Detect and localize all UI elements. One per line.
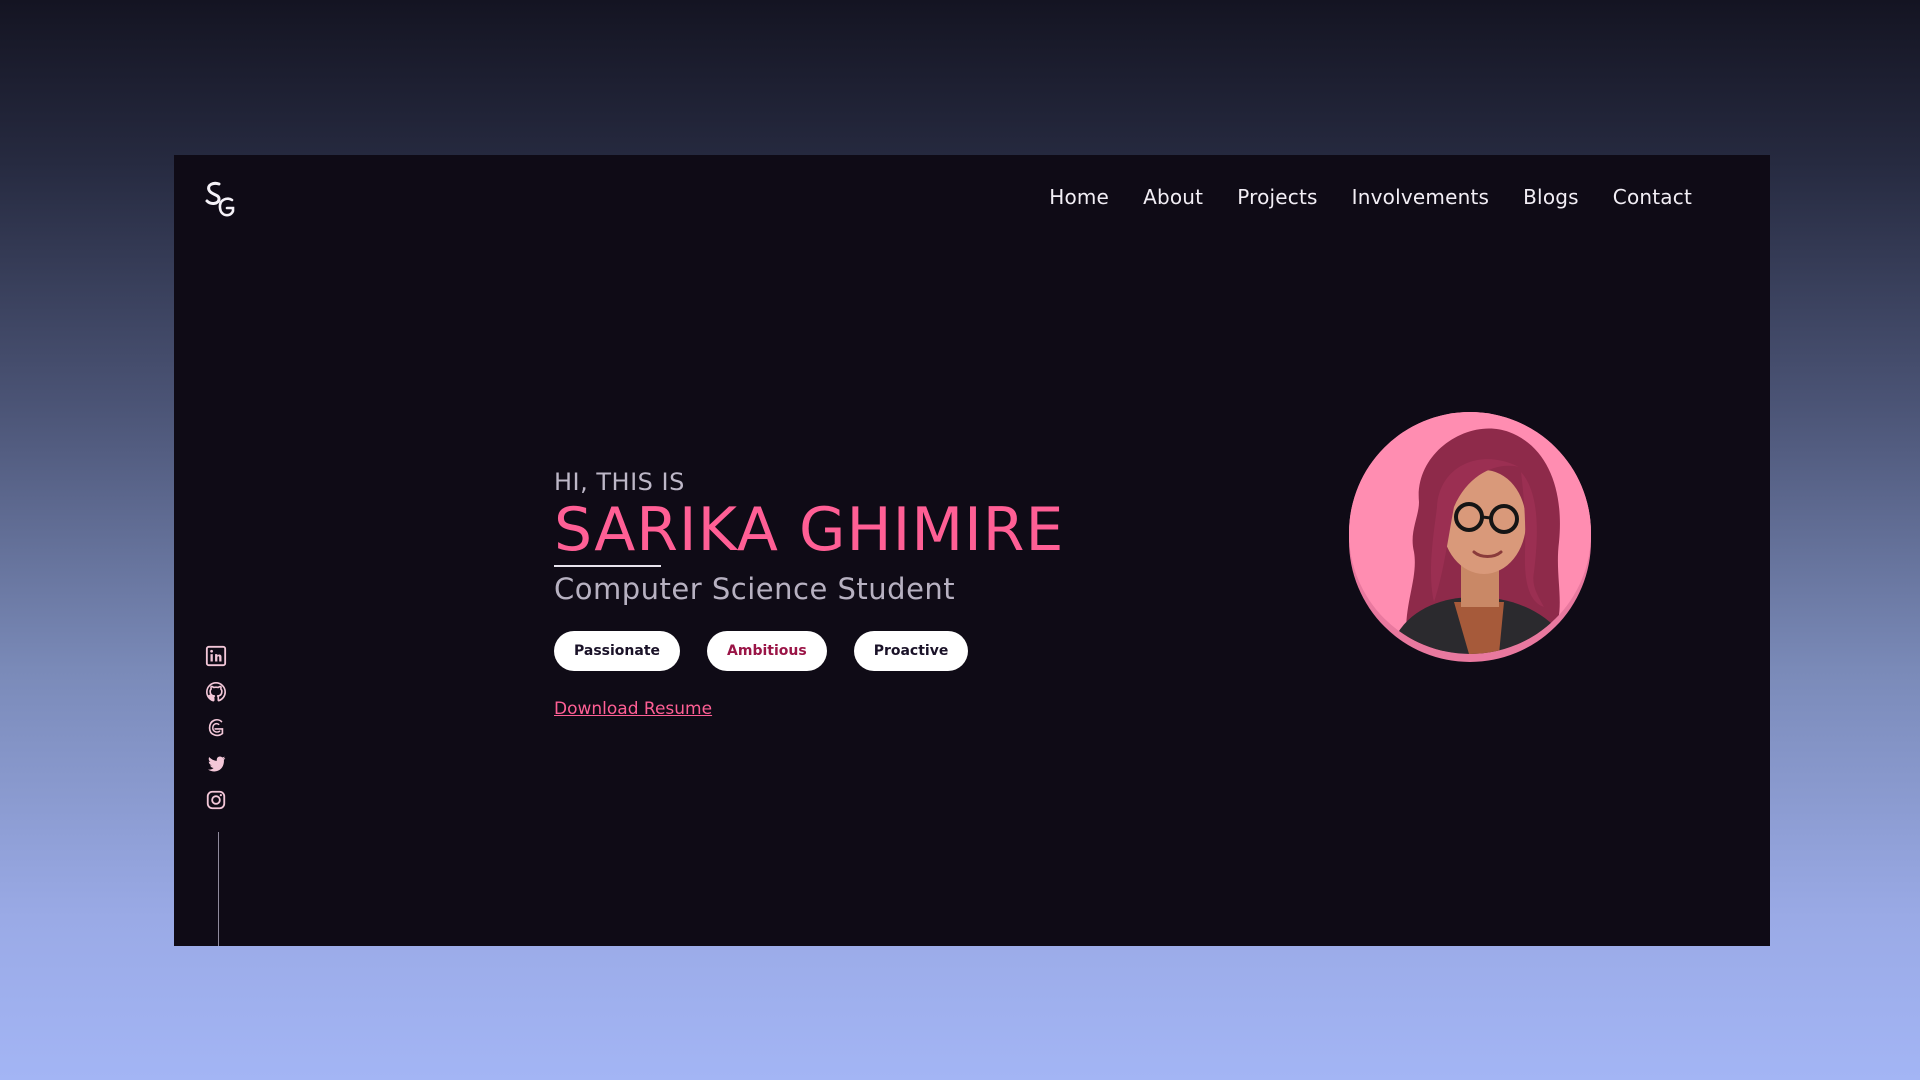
main-nav: Home About Projects Involvements Blogs C… [1049, 185, 1692, 209]
instagram-icon[interactable] [205, 789, 227, 811]
avatar [1349, 412, 1591, 654]
nav-involvements[interactable]: Involvements [1352, 185, 1489, 209]
trait-tags: Passionate Ambitious Proactive [554, 630, 1254, 671]
download-resume-link[interactable]: Download Resume [554, 699, 712, 719]
hero-name: SARIKA GHIMIRE [554, 495, 1065, 565]
nav-projects[interactable]: Projects [1237, 185, 1317, 209]
nav-home[interactable]: Home [1049, 185, 1109, 209]
tag-ambitious[interactable]: Ambitious [707, 630, 827, 671]
name-underline [554, 565, 661, 567]
github-icon[interactable] [205, 681, 227, 703]
hero-greeting: HI, THIS IS [554, 468, 685, 496]
social-links [205, 645, 227, 811]
sg-monogram-icon [205, 181, 235, 217]
tag-passionate[interactable]: Passionate [554, 630, 681, 671]
logo[interactable] [203, 180, 237, 222]
portfolio-window: Home About Projects Involvements Blogs C… [174, 155, 1770, 946]
hero-role: Computer Science Student [554, 572, 956, 606]
nav-contact[interactable]: Contact [1613, 185, 1692, 209]
linkedin-icon[interactable] [205, 645, 227, 667]
portrait-illustration [1349, 412, 1591, 654]
nav-about[interactable]: About [1143, 185, 1203, 209]
avatar-container [1349, 400, 1599, 670]
tag-proactive[interactable]: Proactive [853, 630, 969, 671]
nav-blogs[interactable]: Blogs [1523, 185, 1579, 209]
twitter-icon[interactable] [205, 753, 227, 775]
medium-icon[interactable] [205, 717, 227, 739]
social-divider-line [218, 832, 219, 946]
hero-section: HI, THIS IS SARIKA GHIMIRE Computer Scie… [554, 470, 1254, 719]
